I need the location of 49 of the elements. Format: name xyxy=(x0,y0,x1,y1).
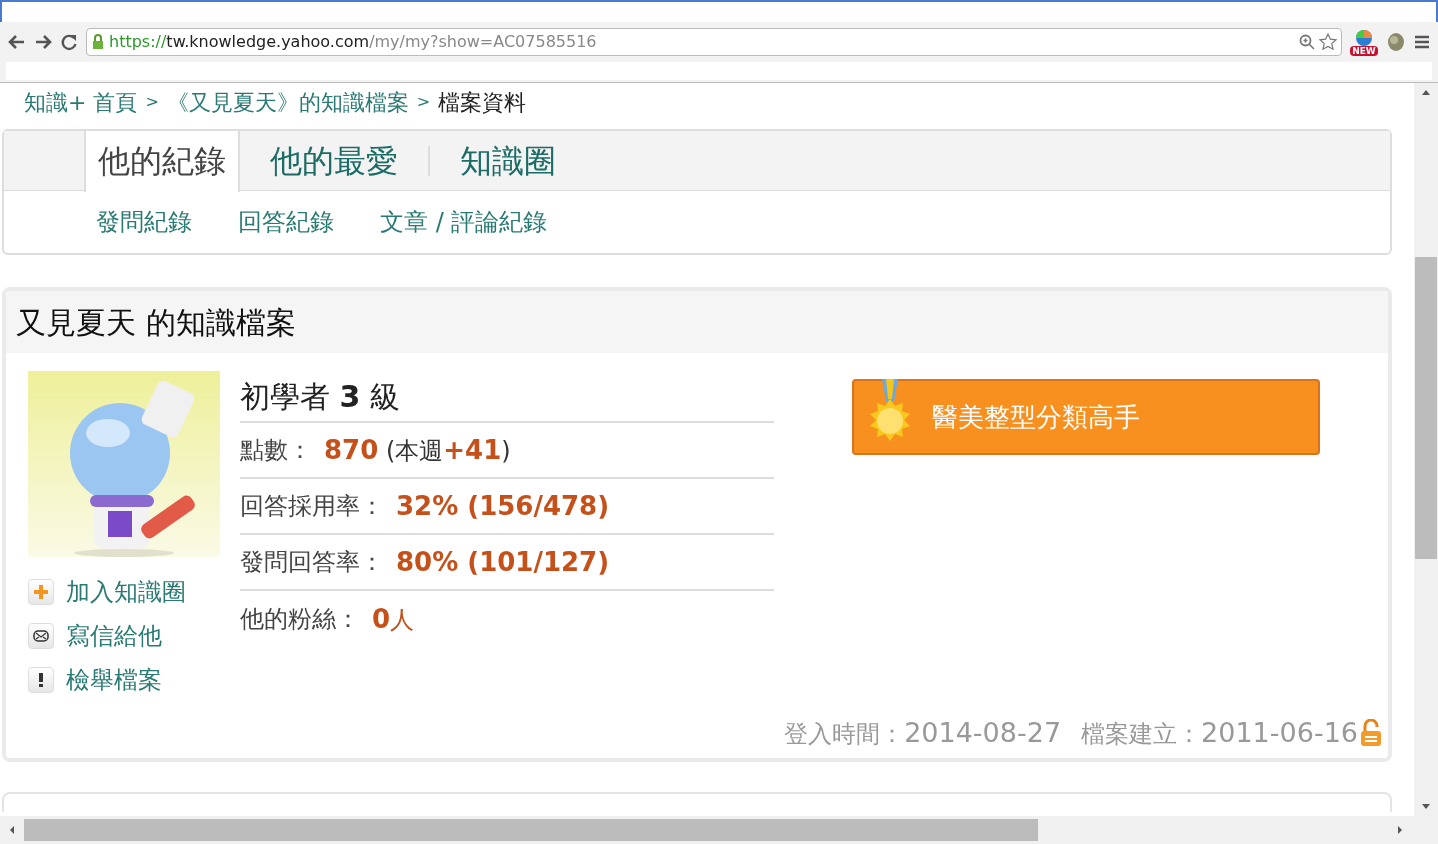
subtab-link[interactable]: 回答紀錄 xyxy=(238,204,334,240)
globe-icon[interactable] xyxy=(1354,28,1374,46)
scroll-right-icon[interactable] xyxy=(1396,825,1404,835)
stat-value: 0人 xyxy=(372,602,415,636)
action-link[interactable]: 寫信給他 xyxy=(66,621,162,651)
scrollbar-thumb[interactable] xyxy=(1415,257,1437,559)
stat-value: 870 (本週+41) xyxy=(324,433,511,467)
url-text: https://tw.knowledge.yahoo.com/my/my?show=AC07585516 xyxy=(109,31,597,53)
stat-label: 發問回答率： xyxy=(240,547,384,578)
reload-icon[interactable] xyxy=(60,33,78,51)
address-bar[interactable]: https://tw.knowledge.yahoo.com/my/my?show=AC07585516 xyxy=(86,28,1342,56)
horizontal-scrollbar[interactable] xyxy=(0,816,1438,844)
star-icon[interactable] xyxy=(1319,33,1337,51)
created-date: 檔案建立：2011-06-16 xyxy=(1081,716,1358,750)
login-date: 登入時間：2014-08-27 xyxy=(784,716,1062,750)
stat-value: 80% (101/127) xyxy=(396,545,610,579)
subtab-link[interactable]: 發問紀錄 xyxy=(96,204,192,240)
extension-icon[interactable] xyxy=(1386,32,1406,52)
level-text: 初學者 3 級 xyxy=(240,371,774,423)
back-icon[interactable] xyxy=(8,34,26,50)
breadcrumb-separator: > xyxy=(416,91,431,113)
forward-icon[interactable] xyxy=(34,34,52,50)
vertical-scrollbar[interactable] xyxy=(1414,83,1438,816)
breadcrumb-separator: > xyxy=(145,91,159,113)
tab[interactable]: 知識圈 xyxy=(430,136,586,185)
envelope-icon xyxy=(28,623,54,649)
menu-icon[interactable] xyxy=(1414,35,1430,49)
unlocked-padlock-icon xyxy=(1360,719,1382,748)
stat-label: 點數： xyxy=(240,435,312,466)
action-link[interactable]: 檢舉檔案 xyxy=(66,665,162,695)
stat-value: 32% (156/478) xyxy=(396,489,610,523)
profile-title: 又見夏天 的知識檔案 xyxy=(16,303,296,342)
tab[interactable]: 他的紀錄 xyxy=(84,130,240,192)
new-badge: NEW xyxy=(1350,46,1378,56)
breadcrumb-current: 檔案資料 xyxy=(438,88,527,117)
action-link[interactable]: 加入知識圈 xyxy=(66,577,186,607)
padlock-icon xyxy=(91,34,105,50)
scroll-left-icon[interactable] xyxy=(8,825,16,835)
badge-text: 醫美整型分類高手 xyxy=(932,400,1140,434)
exclamation-icon xyxy=(28,667,54,693)
zoom-icon[interactable] xyxy=(1299,34,1315,50)
scrollbar-thumb[interactable] xyxy=(24,819,1038,841)
stat-label: 他的粉絲： xyxy=(240,604,360,635)
plus-icon xyxy=(28,579,54,605)
stat-label: 回答採用率： xyxy=(240,491,384,522)
subtab-link[interactable]: 文章 / 評論紀錄 xyxy=(380,204,548,240)
breadcrumb-link[interactable]: 知識+ 首頁 xyxy=(24,85,138,119)
tab[interactable]: 他的最愛 xyxy=(240,136,428,185)
breadcrumb-link[interactable]: 《又見夏天》的知識檔案 xyxy=(166,85,409,119)
